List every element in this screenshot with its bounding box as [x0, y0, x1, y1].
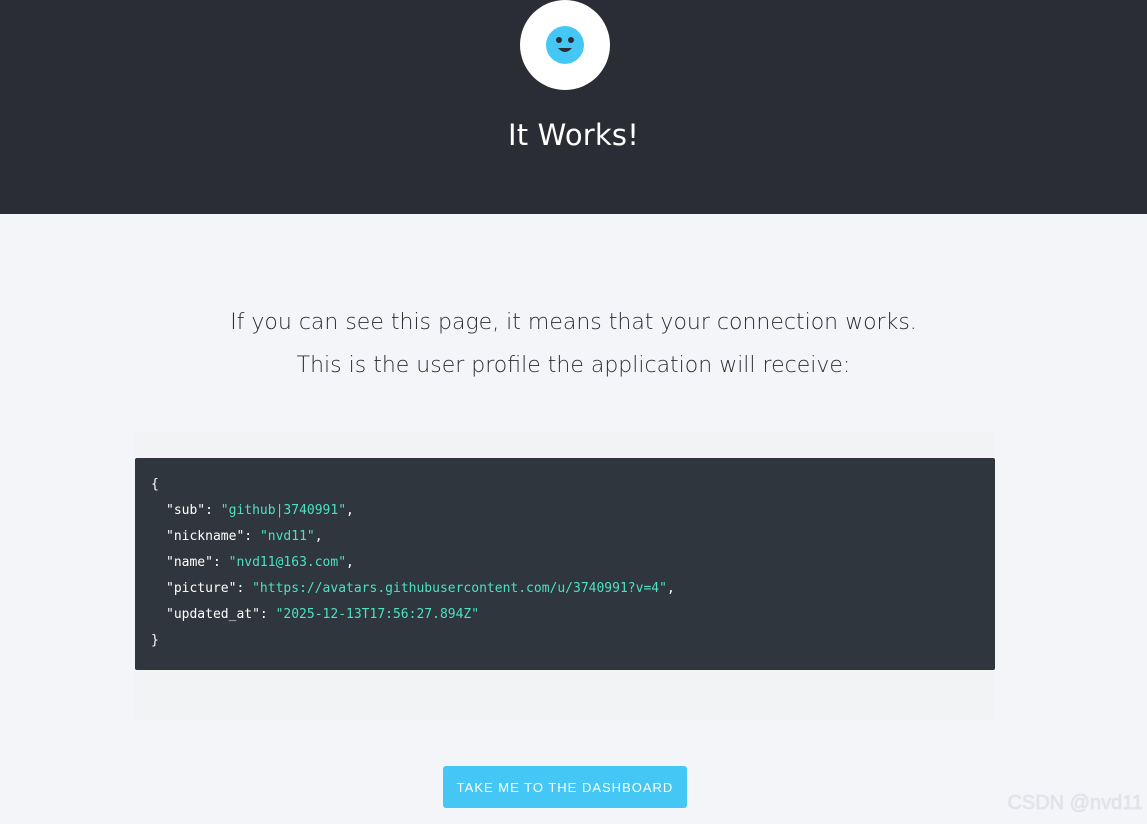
- json-value: "https://avatars.githubusercontent.com/u…: [252, 581, 667, 596]
- json-entry-updated-at: "updated_at": "2025-12-13T17:56:27.894Z": [166, 607, 480, 622]
- json-value: "nvd11": [259, 529, 315, 544]
- json-entry-picture: "picture": "https://avatars.githubuserco…: [166, 581, 675, 596]
- user-profile-json: { "sub": "github|3740991", "nickname": "…: [135, 458, 995, 670]
- logo: [520, 0, 610, 90]
- json-value: "nvd11@163.com": [228, 555, 347, 570]
- json-value: "2025-12-13T17:56:27.894Z": [275, 607, 480, 622]
- json-key: "sub": [166, 503, 206, 518]
- page-title: It Works!: [507, 118, 640, 152]
- json-close-brace: }: [151, 633, 159, 648]
- json-key: "nickname": [166, 529, 245, 544]
- watermark: CSDN @nvd11: [1007, 792, 1143, 814]
- json-entry-nickname: "nickname": "nvd11",: [166, 529, 323, 544]
- json-value: "github|3740991": [220, 503, 347, 518]
- json-open-brace: {: [151, 477, 159, 492]
- json-entry-sub: "sub": "github|3740991",: [166, 503, 354, 518]
- dashboard-button[interactable]: TAKE ME TO THE DASHBOARD: [443, 766, 687, 808]
- header-banner: It Works!: [0, 0, 1147, 214]
- intro-line-2: This is the user profile the application…: [296, 353, 851, 378]
- intro-line-1: If you can see this page, it means that …: [230, 310, 917, 335]
- json-key: "updated_at": [166, 607, 260, 622]
- json-key: "name": [166, 555, 213, 570]
- smiley-face-icon: [546, 26, 584, 64]
- json-key: "picture": [166, 581, 237, 596]
- json-entry-name: "name": "nvd11@163.com",: [166, 555, 354, 570]
